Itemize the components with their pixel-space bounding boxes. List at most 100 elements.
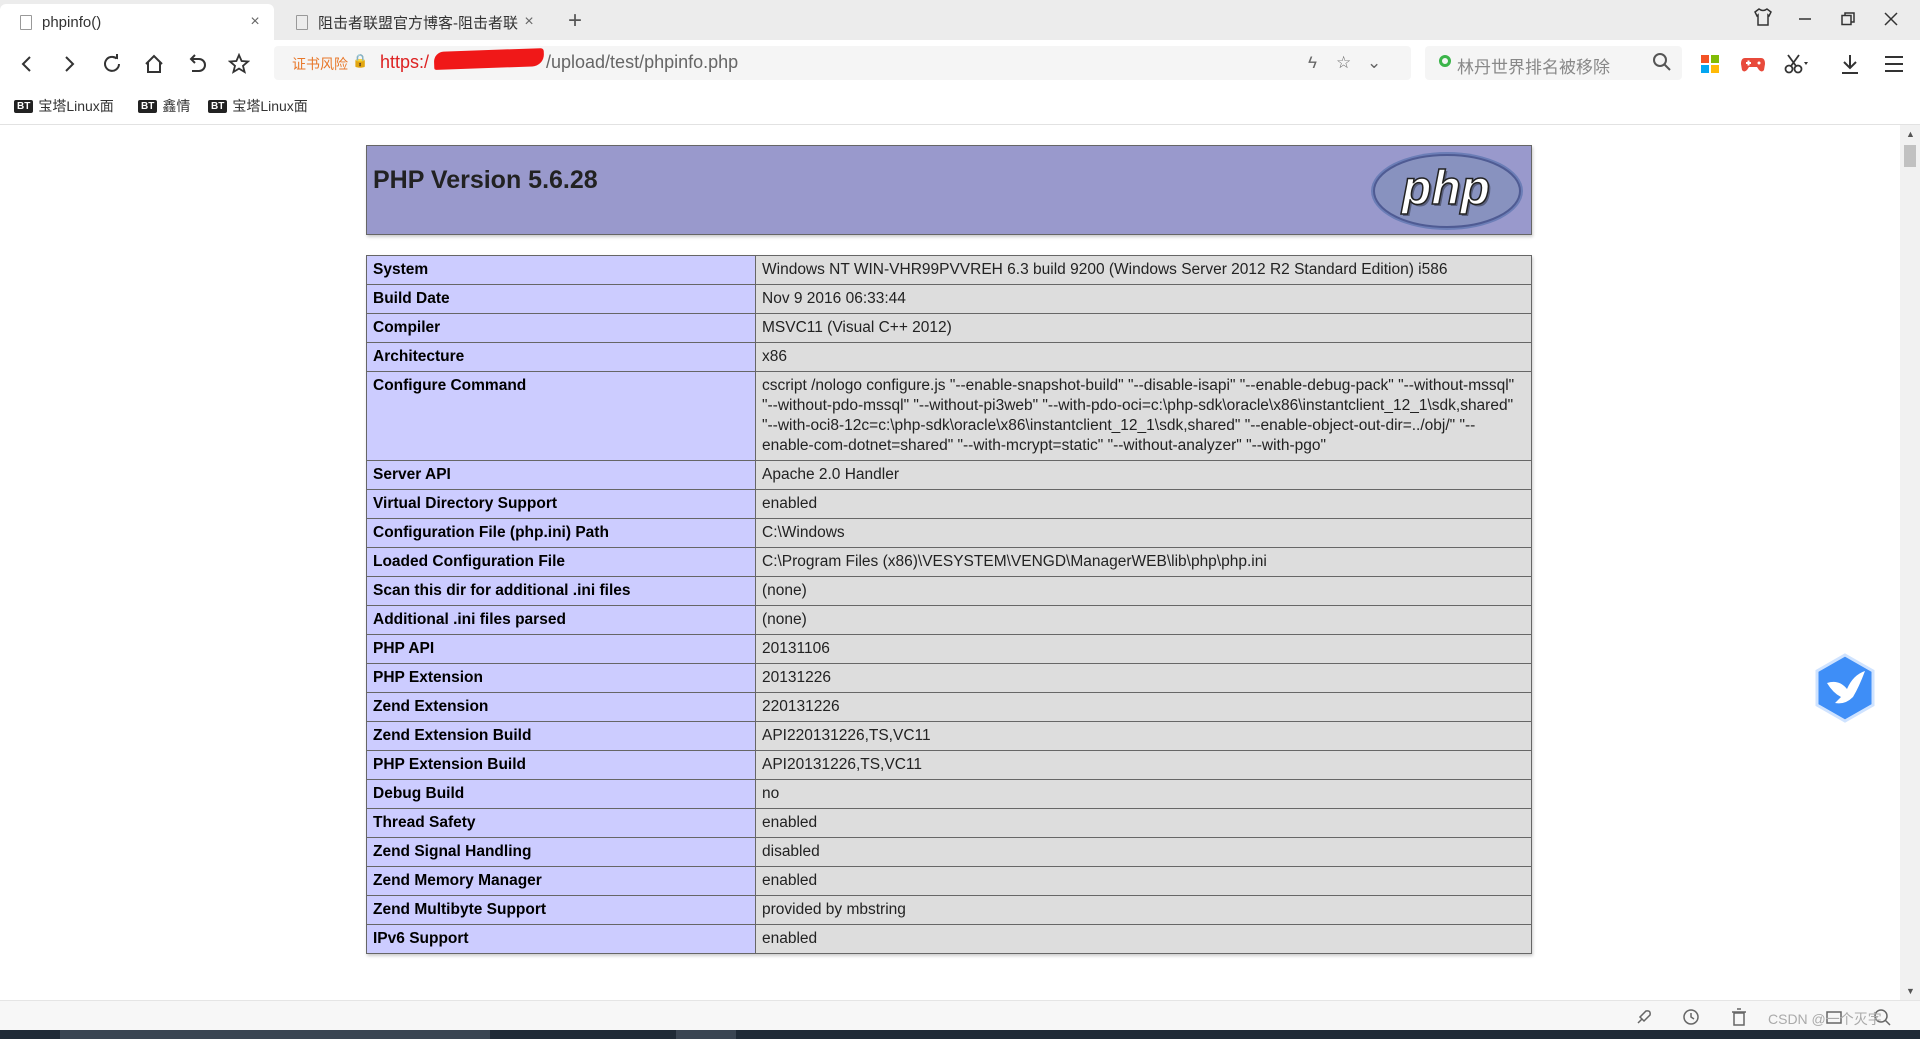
search-icon[interactable] (1652, 52, 1672, 77)
taskbar-item[interactable] (676, 1030, 736, 1039)
tab-label: phpinfo() (42, 13, 102, 31)
shirt-icon[interactable] (1743, 6, 1783, 34)
info-value: (none) (755, 605, 1532, 635)
tab-label: 阻击者联盟官方博客-阻击者联 (318, 14, 518, 32)
undo-close-button[interactable] (181, 48, 213, 80)
lightning-icon[interactable]: ϟ (1308, 53, 1317, 73)
info-row: IPv6 Support enabled (366, 924, 1532, 954)
page-icon (20, 14, 32, 30)
certificate-warning[interactable]: 证书风险 (292, 54, 348, 74)
apps-icon[interactable] (1696, 50, 1724, 78)
bt-icon: BT (14, 99, 34, 113)
info-row: Build Date Nov 9 2016 06:33:44 (366, 284, 1532, 314)
bt-icon: BT (138, 99, 158, 113)
info-key: PHP API (366, 634, 756, 664)
info-value: 20131226 (755, 663, 1532, 693)
info-value: Apache 2.0 Handler (755, 460, 1532, 490)
info-row: PHP Extension 20131226 (366, 663, 1532, 693)
scroll-up-icon[interactable]: ▲ (1906, 129, 1915, 139)
status-bar: CSDN @一个灭字 (0, 1000, 1920, 1031)
menu-icon[interactable] (1880, 50, 1908, 78)
info-key: Zend Signal Handling (366, 837, 756, 867)
broken-lock-icon: 🔒 (352, 53, 369, 68)
info-value: provided by mbstring (755, 895, 1532, 925)
info-key: Build Date (366, 284, 756, 314)
info-value: no (755, 779, 1532, 809)
phpinfo-content: PHP Version 5.6.28 php php System Windows… (366, 145, 1532, 954)
info-row: Zend Signal Handling disabled (366, 837, 1532, 867)
info-value: 220131226 (755, 692, 1532, 722)
tab-blog[interactable]: 阻击者联盟官方博客-阻击者联 × (276, 4, 548, 40)
restore-button[interactable] (1828, 6, 1868, 34)
bookmark-label: 宝塔Linux面 (38, 98, 114, 114)
history-icon[interactable] (1681, 1007, 1701, 1027)
close-icon[interactable]: × (246, 13, 264, 31)
scissors-icon[interactable] (1782, 50, 1810, 78)
info-row: System Windows NT WIN-VHR99PVVREH 6.3 bui… (366, 255, 1532, 285)
home-button[interactable] (138, 48, 170, 80)
info-row: Debug Build no (366, 779, 1532, 809)
close-window-button[interactable] (1871, 6, 1911, 34)
search-engine-icon (1439, 55, 1451, 67)
scroll-down-icon[interactable]: ▼ (1906, 986, 1915, 996)
os-taskbar (0, 1030, 1920, 1039)
info-key: System (366, 255, 756, 285)
taskbar-item[interactable] (60, 1030, 490, 1039)
info-row: Configuration File (php.ini) Path C:\Wind… (366, 518, 1532, 548)
new-tab-button[interactable]: + (560, 6, 590, 36)
trash-icon[interactable] (1729, 1007, 1749, 1027)
url-protocol: https:/ (380, 52, 430, 72)
search-suggestion[interactable]: 林丹世界排名被移除 (1457, 53, 1610, 78)
info-row: PHP Extension Build API20131226,TS,VC11 (366, 750, 1532, 780)
info-row: Zend Extension 220131226 (366, 692, 1532, 722)
bookmark-label: 宝塔Linux面 (232, 98, 308, 114)
info-key: Architecture (366, 342, 756, 372)
info-value: (none) (755, 576, 1532, 606)
info-key: Virtual Directory Support (366, 489, 756, 519)
info-key: Zend Multibyte Support (366, 895, 756, 925)
info-value: cscript /nologo configure.js "--enable-s… (755, 371, 1532, 461)
favorite-star-button[interactable] (223, 48, 255, 80)
address-bar[interactable]: 证书风险 🔒 https:/ /upload/test/phpinfo.php … (274, 46, 1411, 80)
info-value: 20131106 (755, 634, 1532, 664)
forward-button[interactable] (53, 48, 85, 80)
info-key: Scan this dir for additional .ini files (366, 576, 756, 606)
bookmark-item[interactable]: BT 宝塔Linux面 (208, 96, 308, 116)
info-key: Zend Memory Manager (366, 866, 756, 896)
close-icon[interactable]: × (520, 13, 538, 31)
gamepad-icon[interactable] (1739, 50, 1767, 78)
bookmark-star-icon[interactable]: ☆ (1336, 53, 1351, 73)
minimize-button[interactable] (1785, 6, 1825, 34)
reload-button[interactable] (96, 48, 128, 80)
scrollbar-thumb[interactable] (1904, 145, 1916, 167)
chevron-down-icon[interactable]: ⌄ (1367, 53, 1381, 73)
download-icon[interactable] (1836, 50, 1864, 78)
info-key: IPv6 Support (366, 924, 756, 954)
info-value: enabled (755, 808, 1532, 838)
redacted-domain (433, 48, 545, 70)
info-row: Compiler MSVC11 (Visual C++ 2012) (366, 313, 1532, 343)
bt-icon: BT (208, 99, 228, 113)
info-row: Server API Apache 2.0 Handler (366, 460, 1532, 490)
search-box[interactable]: 林丹世界排名被移除 (1425, 46, 1682, 80)
info-value: enabled (755, 866, 1532, 896)
php-info-table: System Windows NT WIN-VHR99PVVREH 6.3 bui… (366, 255, 1532, 954)
bookmark-item[interactable]: BT 宝塔Linux面 (14, 96, 114, 116)
info-key: PHP Extension (366, 663, 756, 693)
info-key: Thread Safety (366, 808, 756, 838)
info-value: C:\Program Files (x86)\VESYSTEM\VENGD\Ma… (755, 547, 1532, 577)
info-value: Nov 9 2016 06:33:44 (755, 284, 1532, 314)
info-key: Server API (366, 460, 756, 490)
page-viewport[interactable]: PHP Version 5.6.28 php php System Windows… (0, 125, 1900, 1000)
rocket-icon[interactable] (1634, 1007, 1654, 1027)
bookmark-item[interactable]: BT 鑫情 (138, 96, 190, 116)
floating-assistant-icon[interactable] (1813, 653, 1877, 723)
tab-bar: phpinfo() × 阻击者联盟官方博客-阻击者联 × + (0, 0, 1920, 40)
vertical-scrollbar[interactable]: ▲ ▼ (1900, 125, 1920, 1000)
info-value: API220131226,TS,VC11 (755, 721, 1532, 751)
toolbar: 证书风险 🔒 https:/ /upload/test/phpinfo.php … (0, 40, 1920, 86)
back-button[interactable] (11, 48, 43, 80)
bookmarks-bar: BT 宝塔Linux面 BT 鑫情 BT 宝塔Linux面 (0, 86, 1920, 125)
tab-phpinfo[interactable]: phpinfo() × (0, 4, 274, 40)
info-value: API20131226,TS,VC11 (755, 750, 1532, 780)
